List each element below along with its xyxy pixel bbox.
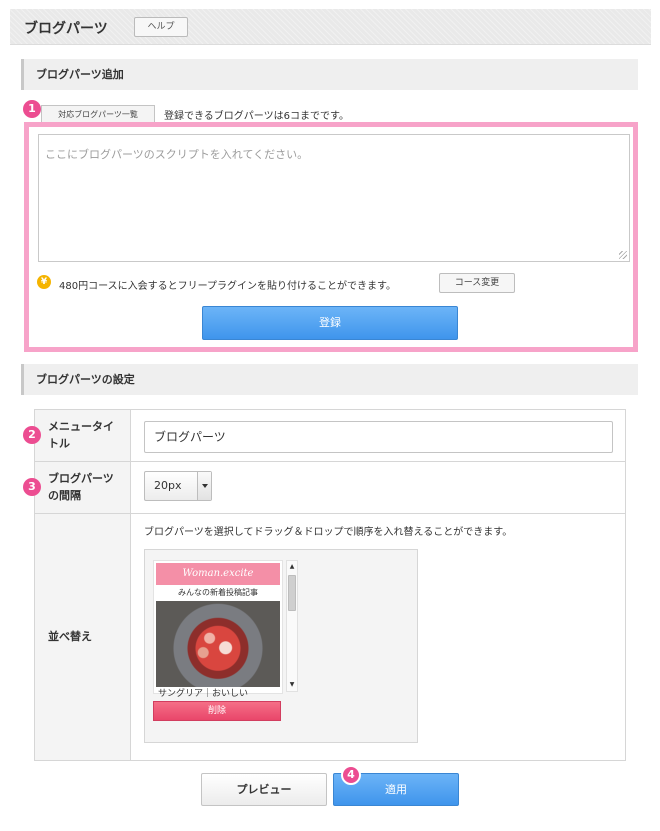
part-banner: Woman.excite: [156, 563, 280, 585]
step-3-badge: 3: [23, 478, 41, 496]
blog-part-item[interactable]: Woman.excite みんなの新着投稿記事 サングリア｜おいしい: [153, 560, 283, 698]
menu-title-label: メニュータイトル: [48, 420, 114, 450]
row-divider: [35, 461, 625, 462]
add-parts-highlight-box: ここにブログパーツのスクリプトを入れてください。 ¥ 480円コースに入会すると…: [24, 122, 638, 352]
menu-title-input[interactable]: ブログパーツ: [144, 421, 613, 453]
spacing-label: ブログパーツの間隔: [48, 472, 114, 502]
script-textarea[interactable]: ここにブログパーツのスクリプトを入れてください。: [38, 134, 630, 262]
scroll-thumb[interactable]: [288, 575, 296, 611]
spacing-select[interactable]: 20px: [144, 471, 212, 501]
part-scrollbar[interactable]: ▲ ▼: [286, 560, 298, 692]
supported-parts-list-button[interactable]: 対応ブログパーツ一覧: [41, 105, 155, 123]
page-header: ブログパーツ ヘルプ: [10, 9, 651, 45]
yen-coin-icon: ¥: [37, 275, 51, 289]
part-thumbnail-image: [156, 601, 280, 687]
help-button[interactable]: ヘルプ: [134, 17, 188, 37]
resize-grip-icon[interactable]: [619, 251, 627, 259]
part-caption: サングリア｜おいしい: [158, 689, 249, 698]
script-placeholder: ここにブログパーツのスクリプトを入れてください。: [45, 148, 309, 161]
step-2-badge: 2: [23, 426, 41, 444]
registration-limit-note: 登録できるブログパーツは6コまでです。: [164, 111, 349, 122]
section-heading-add: ブログパーツ追加: [21, 59, 638, 90]
delete-part-button[interactable]: 削除: [153, 701, 281, 721]
column-divider: [130, 410, 131, 760]
chevron-down-icon[interactable]: [197, 472, 211, 500]
spacing-label-cell: ブログパーツの間隔: [35, 462, 130, 513]
sort-label-cell: 並べ替え: [35, 514, 130, 760]
sort-instructions: ブログパーツを選択してドラッグ＆ドロップで順序を入れ替えることができます。: [144, 527, 513, 538]
settings-table: メニュータイトル ブログパーツの間隔 並べ替え ブログパーツ 20px ブログパ…: [34, 409, 626, 761]
preview-button[interactable]: プレビュー: [201, 773, 327, 806]
sortable-parts-panel: Woman.excite みんなの新着投稿記事 サングリア｜おいしい ▲ ▼ 削…: [144, 549, 418, 743]
scroll-down-arrow-icon[interactable]: ▼: [287, 679, 297, 691]
row-divider: [35, 513, 625, 514]
sort-label: 並べ替え: [48, 630, 92, 643]
course-change-button[interactable]: コース変更: [439, 273, 515, 293]
scroll-up-arrow-icon[interactable]: ▲: [287, 561, 297, 573]
spacing-select-value: 20px: [154, 479, 182, 492]
course-note: 480円コースに入会するとフリープラグインを貼り付けることができます。: [59, 281, 396, 292]
section-heading-settings: ブログパーツの設定: [21, 364, 638, 395]
part-subtitle: みんなの新着投稿記事: [156, 587, 280, 602]
step-1-badge: 1: [23, 100, 41, 118]
register-button[interactable]: 登録: [202, 306, 458, 340]
page-title: ブログパーツ: [24, 21, 108, 37]
menu-title-label-cell: メニュータイトル: [35, 410, 130, 461]
step-4-badge: 4: [341, 765, 361, 785]
